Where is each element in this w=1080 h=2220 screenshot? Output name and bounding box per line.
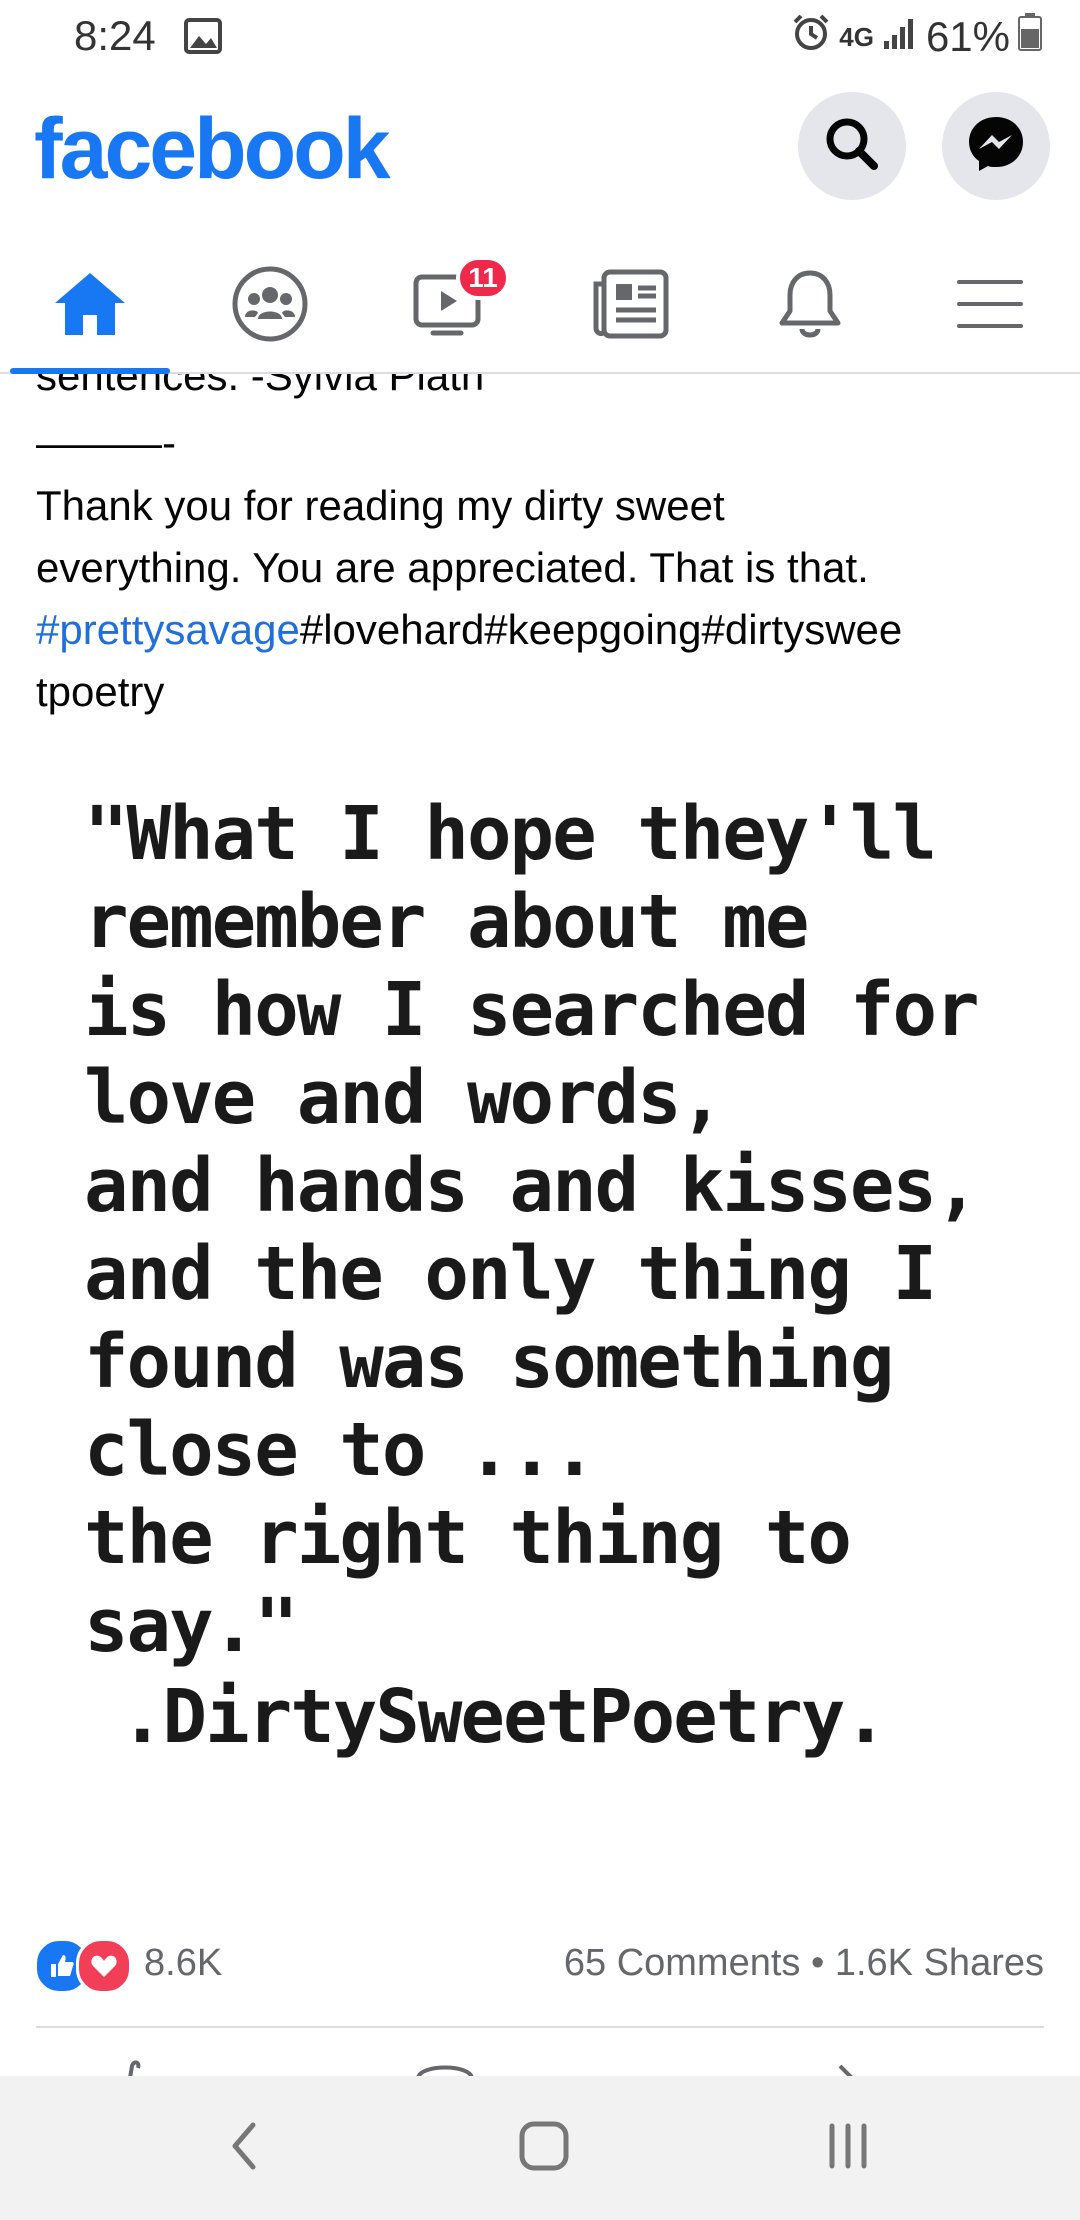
back-icon (229, 2121, 259, 2176)
post-body-line: Thank you for reading my dirty sweet (36, 482, 725, 529)
post-hashtags-cont: tpoetry (36, 668, 165, 715)
separator-dot: • (810, 1942, 825, 1984)
tab-watch[interactable]: 11 (360, 240, 540, 372)
comments-count[interactable]: 65 Comments (564, 1942, 801, 1984)
app-header: facebook (0, 76, 1080, 240)
groups-icon (231, 265, 309, 348)
status-bar: 8:24 4G 61% (0, 0, 1080, 76)
post-image[interactable]: "What I hope they'll remember about me i… (0, 760, 1080, 1800)
battery-icon (1018, 13, 1042, 61)
quote-text: "What I hope they'll remember about me i… (84, 791, 980, 1669)
post-text-clipped: sentences. -Sylvia Plath (0, 374, 1080, 410)
alarm-icon (791, 12, 831, 62)
back-button[interactable] (144, 2076, 344, 2220)
news-icon (590, 268, 670, 345)
search-button[interactable] (798, 92, 906, 200)
reactions-row: 8.6K 65 Comments • 1.6K Shares (0, 1930, 1080, 2000)
search-icon (822, 114, 882, 179)
watch-badge: 11 (456, 256, 510, 300)
shares-count[interactable]: 1.6K Shares (835, 1942, 1044, 1984)
home-nav-button[interactable] (444, 2076, 644, 2220)
home-nav-icon (518, 2120, 570, 2177)
bell-icon (775, 267, 845, 346)
hashtags-text: #lovehard#keepgoing#dirtyswee (299, 606, 903, 653)
status-time: 8:24 (74, 12, 156, 59)
quote-signature: .DirtySweetPoetry. (120, 1674, 888, 1760)
love-reaction-icon (76, 1938, 132, 1994)
reaction-count[interactable]: 8.6K (144, 1942, 222, 1985)
messenger-button[interactable] (942, 92, 1050, 200)
tab-news[interactable] (540, 240, 720, 372)
facebook-logo[interactable]: facebook (34, 100, 391, 199)
network-icon: 4G (839, 21, 874, 52)
tab-notifications[interactable] (720, 240, 900, 372)
reaction-icons[interactable] (34, 1938, 134, 1994)
system-nav-bar (0, 2076, 1080, 2220)
home-icon (51, 269, 129, 344)
post-separator: ———- (36, 419, 176, 466)
tab-home[interactable] (0, 240, 180, 374)
recents-icon (824, 2122, 872, 2175)
post-body-line: everything. You are appreciated. That is… (36, 544, 869, 591)
messenger-icon (965, 113, 1027, 180)
signal-icon (882, 13, 918, 61)
engagement-stats: 65 Comments • 1.6K Shares (564, 1942, 1044, 1985)
tab-bar: 11 (0, 240, 1080, 374)
battery-percent: 61% (925, 13, 1010, 60)
post-clipped-line: sentences. -Sylvia Plath (36, 374, 485, 399)
gallery-icon (184, 18, 222, 59)
post-body: Thank you for reading my dirty sweet eve… (36, 475, 1046, 723)
recents-button[interactable] (748, 2076, 948, 2220)
post-actions-row (0, 2028, 1080, 2080)
menu-icon (955, 276, 1025, 337)
tab-menu[interactable] (900, 240, 1080, 372)
tab-groups[interactable] (180, 240, 360, 372)
hashtag-link[interactable]: #prettysavage (36, 606, 300, 653)
post-hashtags: #prettysavage#lovehard#keepgoing#dirtysw… (36, 599, 1046, 661)
